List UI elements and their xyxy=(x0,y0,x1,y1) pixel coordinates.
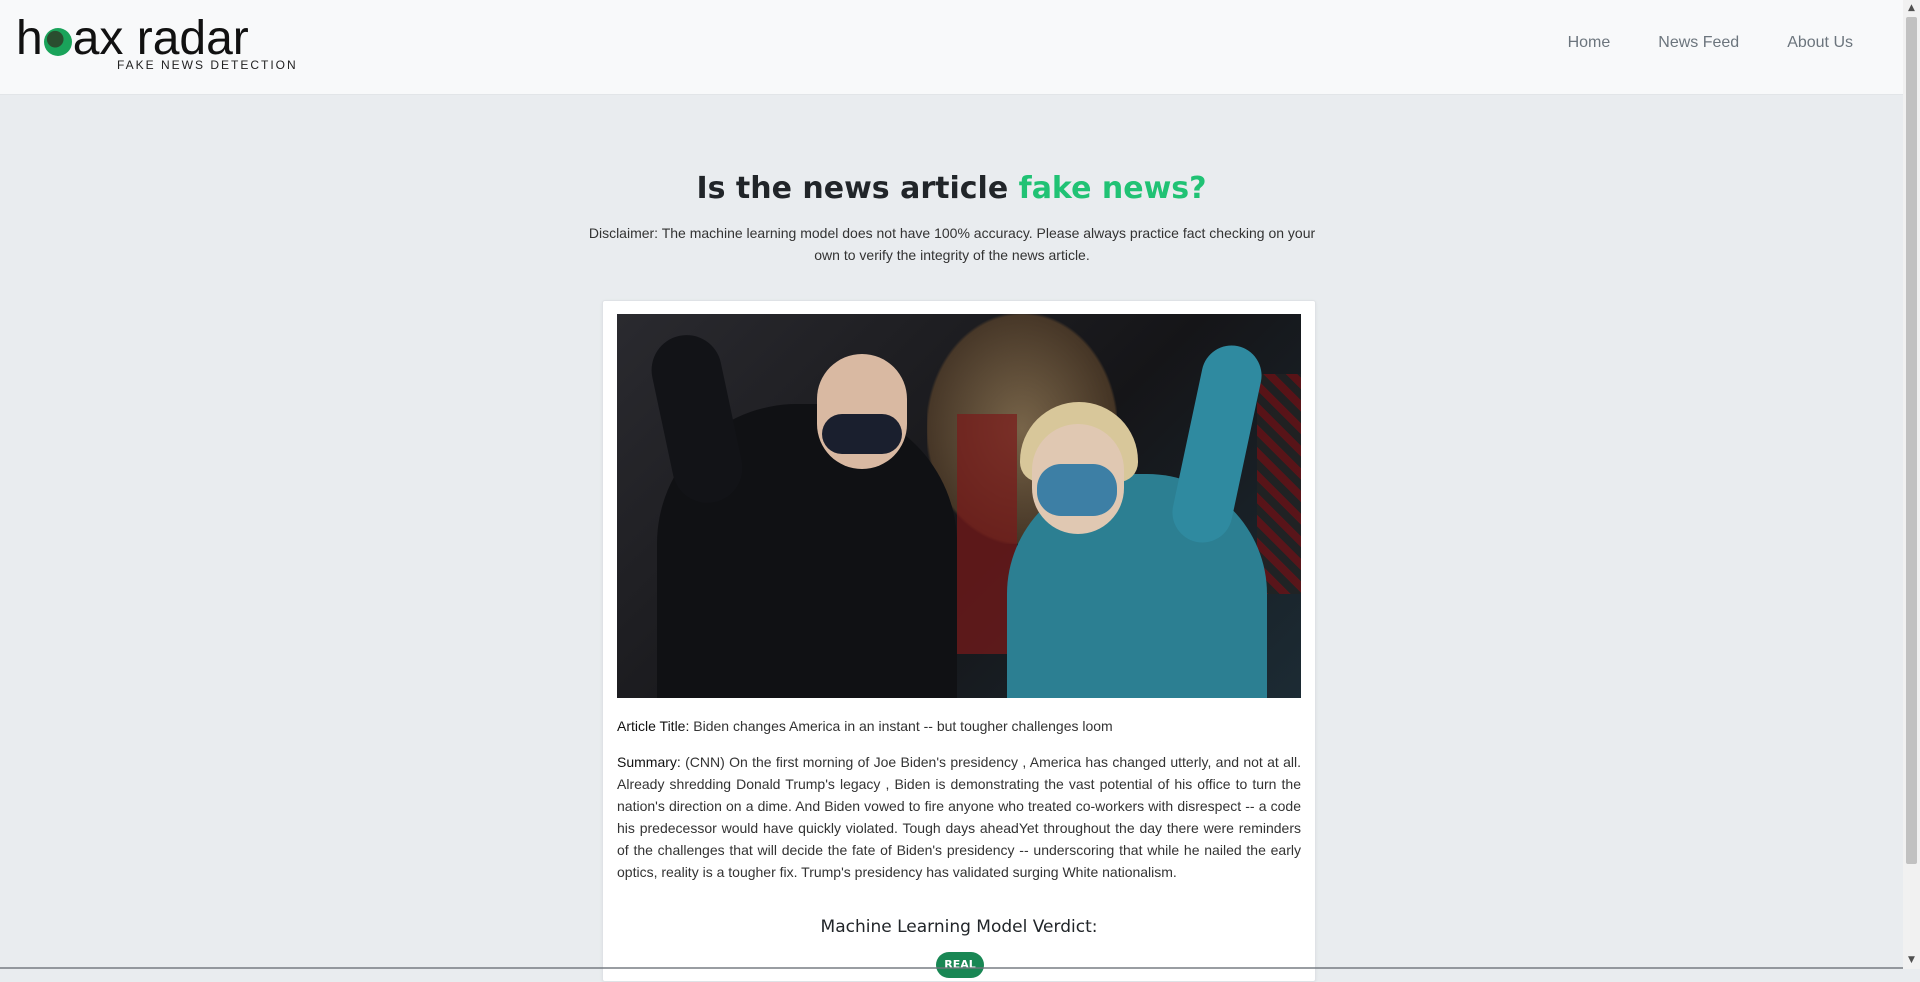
hoax-radar-logo[interactable]: h ax radar FAKE NEWS DETECTION xyxy=(16,12,296,74)
page-scrollbar[interactable]: ▲ ▼ xyxy=(1903,0,1920,969)
article-title: Article Title: Biden changes America in … xyxy=(617,718,1301,734)
article-card: Article Title: Biden changes America in … xyxy=(602,300,1316,982)
scroll-down-icon[interactable]: ▼ xyxy=(1903,952,1920,969)
logo-subtitle: FAKE NEWS DETECTION xyxy=(117,58,298,72)
nav-home[interactable]: Home xyxy=(1568,34,1611,52)
globe-icon xyxy=(43,28,72,56)
article-summary: Summary: (CNN) On the first morning of J… xyxy=(617,751,1301,883)
scrollbar-thumb[interactable] xyxy=(1906,17,1917,864)
summary-label: Summary: xyxy=(617,754,681,770)
article-photo xyxy=(617,314,1301,698)
page-title: Is the news article fake news? xyxy=(696,171,1207,206)
nav-about-us[interactable]: About Us xyxy=(1787,34,1853,52)
nav-news-feed[interactable]: News Feed xyxy=(1658,34,1739,52)
article-title-label: Article Title: xyxy=(617,718,690,734)
verdict-title: Machine Learning Model Verdict: xyxy=(820,917,1098,937)
scroll-up-icon[interactable]: ▲ xyxy=(1903,0,1920,17)
verdict-badge: REAL xyxy=(936,952,984,978)
disclaimer-text: Disclaimer: The machine learning model d… xyxy=(588,225,1316,263)
article-title-value: Biden changes America in an instant -- b… xyxy=(693,718,1113,734)
main-navigation: Home News Feed About Us xyxy=(1568,34,1853,52)
top-navbar: h ax radar FAKE NEWS DETECTION Home News … xyxy=(0,0,1903,95)
summary-value: (CNN) On the first morning of Joe Biden'… xyxy=(617,754,1301,880)
